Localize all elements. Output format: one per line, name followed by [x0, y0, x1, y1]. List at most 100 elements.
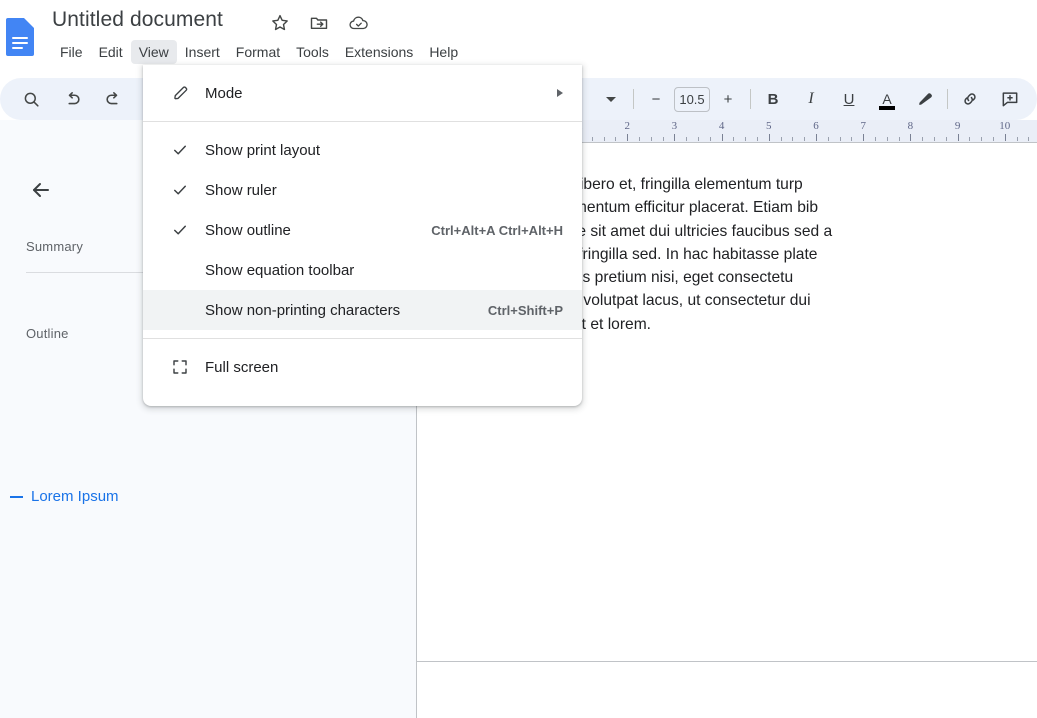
ruler-tick-minor	[993, 137, 994, 141]
ruler-number: 5	[766, 120, 772, 132]
menu-item-shortcut: Ctrl+Alt+A Ctrl+Alt+H	[431, 222, 563, 238]
check-icon	[170, 180, 190, 200]
horizontal-ruler[interactable]: 12345678910	[544, 120, 1037, 142]
ruler-tick-minor	[1016, 137, 1018, 141]
move-to-folder-icon[interactable]	[309, 13, 329, 33]
ruler-tick-minor	[615, 137, 617, 141]
back-arrow-icon[interactable]	[26, 175, 56, 205]
increase-font-size-button[interactable]: +	[713, 84, 743, 114]
app-header: Untitled document File Edit View Insert …	[0, 0, 1037, 72]
ruler-tick-minor	[851, 137, 853, 141]
ruler-number: 3	[671, 120, 678, 132]
ruler-tick-minor	[886, 137, 888, 141]
menu-edit[interactable]: Edit	[91, 40, 131, 64]
document-page-2[interactable]	[416, 661, 1037, 718]
italic-button[interactable]: I	[796, 84, 826, 114]
font-size-input[interactable]: 10.5	[674, 86, 710, 112]
pencil-icon	[170, 83, 190, 103]
ruler-number: 6	[813, 120, 819, 132]
cloud-saved-icon[interactable]	[348, 13, 370, 33]
docs-logo-icon[interactable]	[6, 18, 34, 56]
undo-icon[interactable]	[58, 84, 88, 114]
bold-button[interactable]: B	[758, 84, 788, 114]
menu-separator-1	[143, 121, 582, 122]
ruler-number: 2	[624, 120, 630, 132]
outline-item-label: Lorem Ipsum	[31, 488, 119, 505]
style-dropdown-chevron-down-icon[interactable]	[596, 84, 626, 114]
menu-item-show-non-printing-characters[interactable]: Show non-printing characters Ctrl+Shift+…	[143, 290, 582, 330]
ruler-number: 4	[718, 120, 725, 132]
menu-item-mode[interactable]: Mode	[143, 73, 582, 113]
menu-item-label: Show equation toolbar	[205, 261, 355, 279]
check-icon	[170, 140, 190, 160]
check-icon	[170, 220, 190, 240]
menu-item-label: Show print layout	[205, 141, 321, 159]
menu-view[interactable]: View	[130, 40, 177, 64]
menu-insert[interactable]: Insert	[177, 40, 228, 64]
ruler-tick-minor	[981, 137, 983, 141]
menu-bar: File Edit View Insert Format Tools Exten…	[52, 40, 466, 64]
menu-item-full-screen[interactable]: Full screen	[143, 347, 582, 387]
toolbar-divider-1	[633, 89, 634, 109]
ruler-tick-major	[627, 134, 629, 141]
ruler-tick-minor	[792, 137, 794, 141]
ruler-tick-major	[816, 134, 817, 141]
ruler-tick-major	[768, 134, 770, 141]
ruler-tick-minor	[827, 137, 829, 141]
menu-item-show-equation-toolbar[interactable]: Show equation toolbar	[143, 250, 582, 290]
menu-help[interactable]: Help	[421, 40, 466, 64]
redo-icon[interactable]	[98, 84, 128, 114]
ruler-tick-minor	[922, 137, 924, 141]
menu-item-show-ruler[interactable]: Show ruler	[143, 170, 582, 210]
ruler-number: 7	[860, 120, 866, 132]
ruler-number: 9	[954, 120, 961, 132]
highlighter-icon[interactable]	[910, 84, 940, 114]
title-action-icons	[270, 13, 370, 33]
menu-separator-2	[143, 338, 582, 339]
ruler-tick-major	[1004, 134, 1006, 141]
ruler-tick-minor	[969, 137, 971, 141]
menu-item-show-print-layout[interactable]: Show print layout	[143, 130, 582, 170]
ruler-tick-minor	[945, 137, 947, 141]
text-color-label: A	[882, 91, 892, 107]
ruler-tick-major	[721, 134, 723, 141]
ruler-tick-minor	[709, 137, 711, 141]
ruler-tick-minor	[780, 137, 782, 141]
menu-extensions[interactable]: Extensions	[337, 40, 421, 64]
ruler-tick-minor	[934, 137, 935, 141]
collapse-dash-icon[interactable]	[10, 495, 23, 498]
ruler-tick-minor	[662, 137, 664, 141]
google-docs-window: Untitled document File Edit View Insert …	[0, 0, 1037, 718]
toolbar-divider-2	[750, 89, 751, 109]
search-icon[interactable]	[16, 84, 46, 114]
menu-item-label: Show non-printing characters	[205, 301, 401, 319]
star-icon[interactable]	[270, 13, 290, 33]
menu-file[interactable]: File	[52, 40, 91, 64]
ruler-tick-minor	[733, 137, 735, 141]
link-icon[interactable]	[955, 84, 985, 114]
decrease-font-size-button[interactable]: −	[641, 84, 671, 114]
text-color-button[interactable]: A	[872, 84, 902, 114]
add-comment-icon[interactable]	[995, 84, 1025, 114]
ruler-tick-minor	[686, 137, 688, 141]
ruler-tick-minor	[745, 137, 747, 141]
submenu-arrow-icon	[557, 89, 563, 97]
menu-item-label: Show ruler	[205, 181, 277, 199]
outline-section-label: Outline	[26, 326, 69, 341]
menu-format[interactable]: Format	[228, 40, 288, 64]
ruler-track	[578, 120, 1037, 142]
menu-item-label: Mode	[205, 84, 243, 102]
document-title[interactable]: Untitled document	[52, 8, 223, 32]
underline-button[interactable]: U	[834, 84, 864, 114]
menu-item-show-outline[interactable]: Show outline Ctrl+Alt+A Ctrl+Alt+H	[143, 210, 582, 250]
ruler-tick-minor	[603, 137, 605, 141]
ruler-tick-minor	[698, 137, 699, 141]
text-color-swatch	[879, 106, 895, 110]
ruler-tick-major	[674, 134, 676, 141]
outline-item-lorem-ipsum[interactable]: Lorem Ipsum	[8, 488, 119, 505]
menu-tools[interactable]: Tools	[288, 40, 337, 64]
ruler-number: 10	[999, 120, 1011, 132]
ruler-tick-minor	[875, 137, 876, 141]
ruler-number: 8	[907, 120, 914, 132]
fullscreen-icon	[170, 357, 190, 377]
